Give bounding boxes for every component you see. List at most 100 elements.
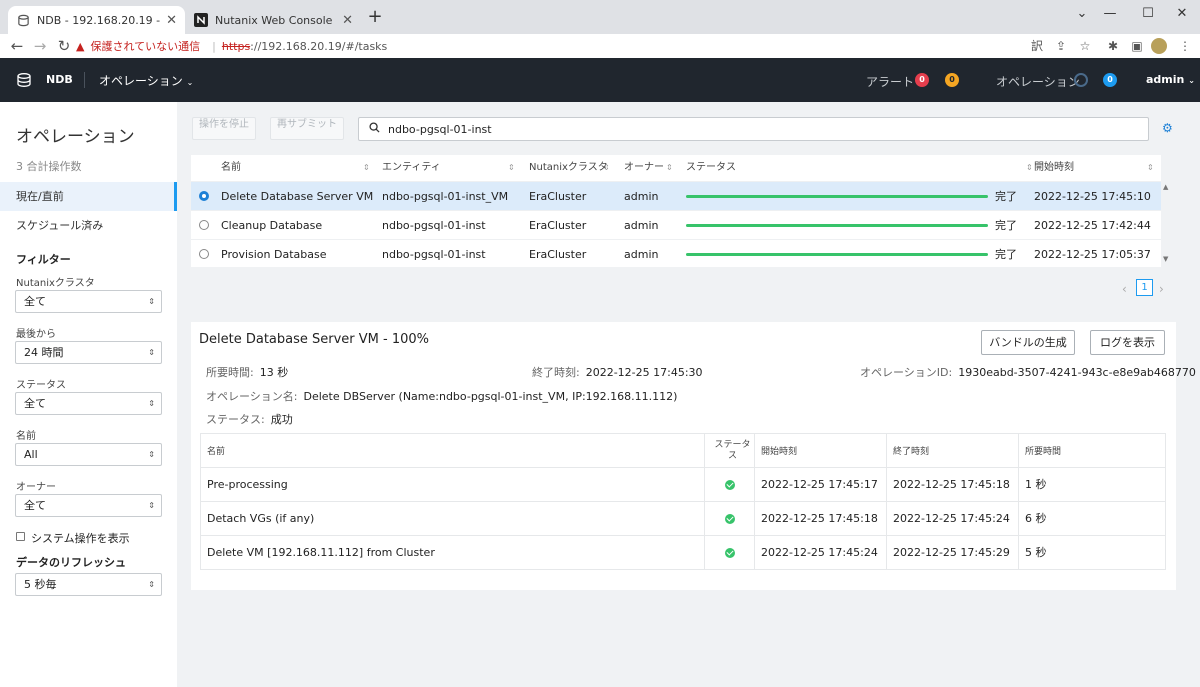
browser-tab-bar: NDB - 192.168.20.19 - オペレーション ✕ Nutanix … [0, 0, 1200, 34]
filter-name-select[interactable]: All ⇕ [15, 443, 162, 466]
filter-label-cluster: Nutanixクラスタ [16, 278, 95, 289]
pager-prev-icon[interactable]: ‹ [1122, 282, 1127, 296]
progress-bar [686, 195, 988, 198]
brand-name[interactable]: NDB [46, 73, 73, 86]
close-icon[interactable]: ✕ [166, 13, 177, 28]
filter-owner-select[interactable]: 全て ⇕ [15, 494, 162, 517]
back-arrow-icon[interactable]: ← [8, 37, 26, 55]
scroll-up-icon[interactable]: ▲ [1163, 183, 1168, 191]
filter-since-select[interactable]: 24 時間 ⇕ [15, 341, 162, 364]
task-owner: admin [624, 219, 659, 232]
column-title: Nutanixクラスタ [529, 162, 608, 173]
task-start: 2022-12-25 17:42:44 [1034, 219, 1151, 232]
table-scrollbar[interactable]: ▲ ▼ [1161, 155, 1175, 267]
column-header-start[interactable]: 開始時刻 ⇕ [1034, 155, 1154, 181]
settings-gear-icon[interactable]: ⚙ [1162, 121, 1173, 135]
url-field[interactable]: ▲ 保護されていない通信 | https ://192.168.20.19/#/… [76, 35, 1026, 57]
forward-arrow-icon[interactable]: → [31, 37, 49, 55]
task-table: 名前 ⇕ エンティティ ⇕ Nutanixクラスタ ⇕ オーナー ⇕ ステータス ⇕ 開始… [191, 155, 1161, 267]
filter-value: 24 時間 [24, 346, 64, 359]
close-icon[interactable]: ✕ [342, 13, 353, 28]
nutanix-logo-icon [194, 13, 208, 27]
pager-current-page[interactable]: 1 [1136, 279, 1153, 296]
select-caret-icon: ⇕ [148, 501, 155, 510]
filter-value: All [24, 448, 38, 461]
share-icon[interactable]: ⇪ [1052, 37, 1070, 55]
alert-warning-badge[interactable]: 0 [945, 73, 959, 87]
task-status: 完了 [995, 219, 1017, 232]
refresh-value: 5 秒毎 [24, 578, 57, 591]
scroll-down-icon[interactable]: ▼ [1163, 255, 1168, 263]
stop-operation-button[interactable]: 操作を停止 [192, 117, 256, 140]
browser-menu-icon[interactable]: ⋮ [1176, 37, 1194, 55]
step-name: Delete VM [192.168.11.112] from Cluster [201, 536, 705, 570]
step-duration: 5 秒 [1025, 546, 1047, 559]
alert-critical-badge[interactable]: 0 [915, 73, 929, 87]
step-end: 2022-12-25 17:45:24 [887, 502, 1019, 536]
browser-tab-nutanix[interactable]: Nutanix Web Console ✕ [186, 6, 361, 34]
task-row[interactable]: Provision Database ndbo-pgsql-01-inst Er… [191, 239, 1161, 268]
maximize-button[interactable]: ☐ [1130, 4, 1166, 26]
user-menu[interactable]: admin ⌄ [1146, 73, 1195, 86]
column-title: 開始時刻 [1034, 162, 1074, 173]
column-header-name[interactable]: 名前 ⇕ [221, 155, 370, 181]
detail-duration: 所要時間: 13 秒 [206, 364, 288, 380]
status-value: 成功 [270, 413, 293, 426]
database-icon [16, 13, 30, 27]
column-header-entity[interactable]: エンティティ ⇕ [382, 155, 515, 181]
translate-icon[interactable]: 訳 [1028, 37, 1046, 55]
row-radio[interactable] [199, 249, 209, 259]
operations-count-badge[interactable]: 0 [1103, 73, 1117, 87]
profile-avatar[interactable] [1151, 38, 1167, 54]
alerts-label[interactable]: アラート [866, 73, 914, 90]
new-tab-button[interactable]: + [366, 8, 384, 27]
search-input[interactable]: ndbo-pgsql-01-inst [358, 117, 1149, 141]
main-menu-dropdown[interactable]: オペレーション ⌄ [99, 72, 193, 89]
row-radio-selected[interactable] [199, 191, 209, 201]
operation-id-label: オペレーションID: [860, 366, 953, 379]
sidebar-item-current[interactable]: 現在/直前 [0, 182, 177, 211]
column-header-status[interactable]: ステータス ⇕ [686, 155, 1033, 181]
step-end: 2022-12-25 17:45:18 [887, 468, 1019, 502]
detail-operation-id: オペレーションID: 1930eabd-3507-4241-943c-e8e9ab… [860, 364, 1196, 380]
extensions-icon[interactable]: ✱ [1104, 37, 1122, 55]
filter-status-select[interactable]: 全て ⇕ [15, 392, 162, 415]
sidepanel-icon[interactable]: ▣ [1128, 37, 1146, 55]
view-log-button[interactable]: ログを表示 [1090, 330, 1165, 355]
column-header-cluster[interactable]: Nutanixクラスタ ⇕ [529, 155, 610, 181]
browser-tab-ndb[interactable]: NDB - 192.168.20.19 - オペレーション ✕ [8, 6, 185, 34]
operation-name-label: オペレーション名: [206, 390, 298, 403]
app-header: NDB オペレーション ⌄ アラート 0 0 オペレーション 0 admin ⌄ [0, 58, 1200, 102]
column-title: オーナー [624, 162, 664, 173]
task-start: 2022-12-25 17:45:10 [1034, 190, 1151, 203]
security-warning[interactable]: 保護されていない通信 [90, 38, 200, 54]
sidebar-item-scheduled[interactable]: スケジュール済み [0, 211, 177, 240]
task-row[interactable]: Cleanup Database ndbo-pgsql-01-inst EraC… [191, 210, 1161, 239]
bookmark-star-icon[interactable]: ☆ [1076, 37, 1094, 55]
minimize-button[interactable]: — [1092, 4, 1128, 26]
task-row[interactable]: Delete Database Server VM ndbo-pgsql-01-… [191, 181, 1161, 210]
filter-cluster-select[interactable]: 全て ⇕ [15, 290, 162, 313]
resubmit-button[interactable]: 再サブミット [270, 117, 344, 140]
pager-next-icon[interactable]: › [1159, 282, 1164, 296]
system-ops-label[interactable]: システム操作を表示 [31, 530, 130, 546]
column-header-owner[interactable]: オーナー ⇕ [624, 155, 673, 181]
window-close-button[interactable]: ✕ [1164, 4, 1200, 26]
sort-icon: ⇕ [1147, 163, 1154, 172]
system-ops-checkbox[interactable] [16, 532, 25, 541]
task-cluster: EraCluster [529, 190, 587, 203]
step-status-cell [705, 502, 755, 536]
reload-icon[interactable]: ↻ [55, 37, 73, 55]
detail-title: Delete Database Server VM - 100% [199, 332, 430, 347]
operations-label[interactable]: オペレーション [996, 73, 1080, 90]
task-cluster: EraCluster [529, 248, 587, 261]
task-entity: ndbo-pgsql-01-inst [382, 219, 486, 232]
step-row: Detach VGs (if any) 2022-12-25 17:45:18 … [201, 501, 1165, 536]
row-radio[interactable] [199, 220, 209, 230]
refresh-interval-select[interactable]: 5 秒毎 ⇕ [15, 573, 162, 596]
generate-bundle-button[interactable]: バンドルの生成 [981, 330, 1075, 355]
detail-end-time: 終了時刻: 2022-12-25 17:45:30 [532, 364, 703, 380]
task-owner: admin [624, 248, 659, 261]
column-title: エンティティ [382, 162, 441, 173]
operations-spinner-icon [1074, 73, 1088, 87]
